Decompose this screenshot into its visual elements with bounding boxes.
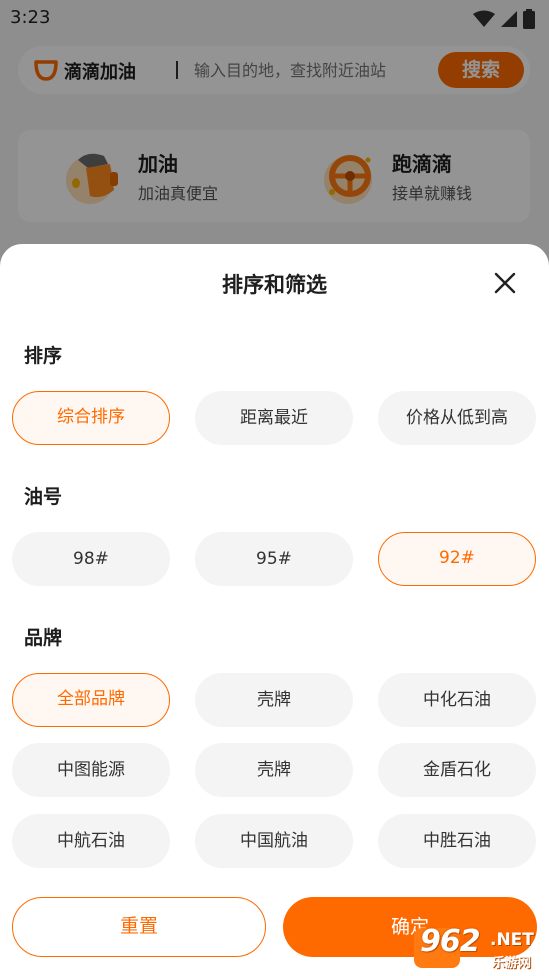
brand-option-zhonghang[interactable]: 中航石油 (12, 814, 170, 868)
reset-button[interactable]: 重置 (12, 897, 266, 957)
brand-option-sinochem[interactable]: 中化石油 (378, 673, 536, 727)
brand-option-shell[interactable]: 壳牌 (195, 673, 353, 727)
brand-option-zhongsheng[interactable]: 中胜石油 (378, 814, 536, 868)
sort-option-nearest[interactable]: 距离最近 (195, 391, 353, 445)
brand-section-label: 品牌 (24, 627, 63, 649)
fuel-option-95[interactable]: 95# (195, 532, 353, 586)
watermark-net: .NET (490, 930, 534, 950)
sort-option-price-low-high[interactable]: 价格从低到高 (378, 391, 536, 445)
sheet-title: 排序和筛选 (222, 273, 327, 297)
fuel-section-label: 油号 (24, 486, 63, 508)
watermark-logo: 962 .NET 乐游网 (414, 924, 544, 972)
sort-option-comprehensive[interactable]: 综合排序 (12, 391, 170, 445)
fuel-option-92[interactable]: 92# (378, 532, 536, 586)
watermark-number: 962 (420, 924, 481, 959)
close-icon[interactable] (490, 268, 520, 298)
sort-filter-sheet: 排序和筛选 排序 综合排序 距离最近 价格从低到高 油号 98# 95# 92#… (0, 244, 549, 976)
fuel-option-98[interactable]: 98# (12, 532, 170, 586)
sort-section-label: 排序 (24, 345, 63, 367)
brand-option-all[interactable]: 全部品牌 (12, 673, 170, 727)
brand-option-zhongtu[interactable]: 中图能源 (12, 743, 170, 797)
brand-option-shell-2[interactable]: 壳牌 (195, 743, 353, 797)
brand-option-china-aviation-oil[interactable]: 中国航油 (195, 814, 353, 868)
watermark-sub: 乐游网 (492, 956, 532, 971)
brand-option-jindun[interactable]: 金盾石化 (378, 743, 536, 797)
